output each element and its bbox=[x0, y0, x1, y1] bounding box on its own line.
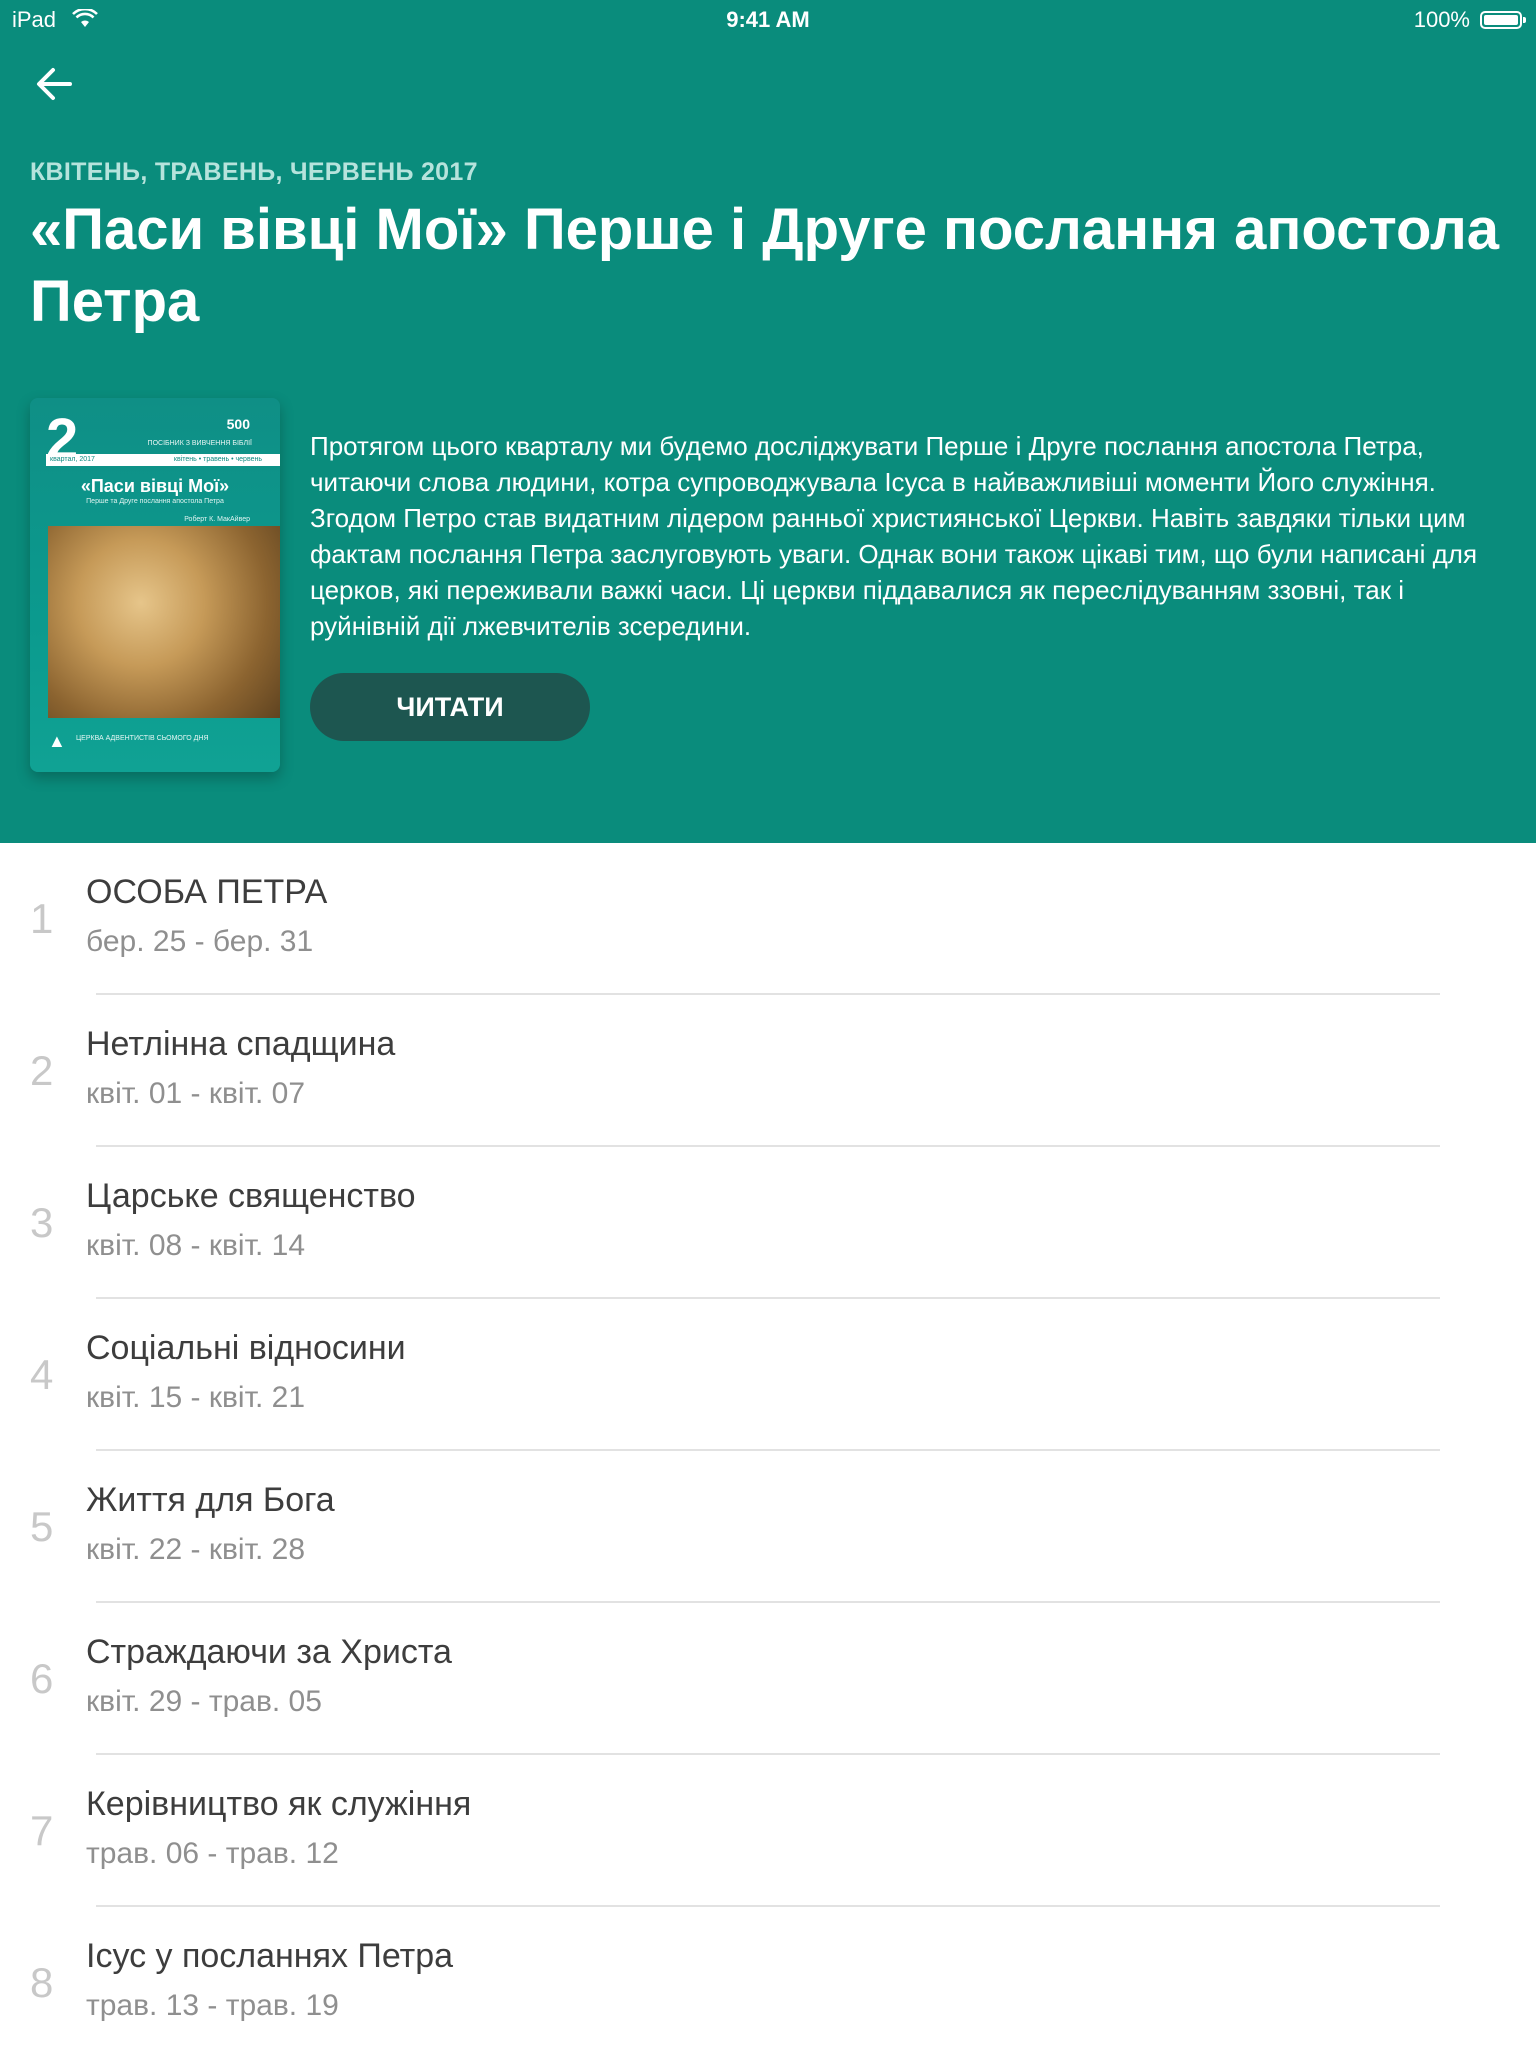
quarter-dates: КВІТЕНЬ, ТРАВЕНЬ, ЧЕРВЕНЬ 2017 bbox=[30, 158, 478, 186]
arrow-left-icon bbox=[37, 68, 72, 100]
lesson-item-8[interactable]: 8 Ісус у посланнях Петра трав. 13 - трав… bbox=[0, 1907, 1536, 2059]
read-button[interactable]: ЧИТАТИ bbox=[310, 673, 590, 741]
cover-quarter: квартал, 2017 bbox=[50, 456, 95, 463]
cover-top-line: ПОСІБНИК З ВИВЧЕННЯ БІБЛІЇ bbox=[147, 440, 252, 447]
lesson-dates: квіт. 29 - трав. 05 bbox=[86, 1685, 322, 1718]
lesson-item-7[interactable]: 7 Керівництво як служіння трав. 06 - тра… bbox=[0, 1755, 1536, 1907]
lesson-item-1[interactable]: 1 ОСОБА ПЕТРА бер. 25 - бер. 31 bbox=[0, 843, 1536, 995]
lesson-title: Соціальні відносини bbox=[86, 1329, 406, 1367]
church-logo-icon: ▲ bbox=[48, 731, 66, 751]
page-title: «Паси вівці Мої» Перше і Друге послання … bbox=[30, 197, 1500, 334]
lesson-dates: бер. 25 - бер. 31 bbox=[86, 925, 314, 958]
lesson-number: 1 bbox=[30, 895, 54, 942]
lesson-title: Життя для Бога bbox=[86, 1481, 335, 1519]
lesson-number: 3 bbox=[30, 1199, 54, 1246]
lesson-number: 5 bbox=[30, 1503, 54, 1550]
lesson-dates: квіт. 15 - квіт. 21 bbox=[86, 1381, 306, 1414]
lesson-item-6[interactable]: 6 Страждаючи за Христа квіт. 29 - трав. … bbox=[0, 1603, 1536, 1755]
lesson-item-2[interactable]: 2 Нетлінна спадщина квіт. 01 - квіт. 07 bbox=[0, 995, 1536, 1147]
lesson-item-3[interactable]: 3 Царське священство квіт. 08 - квіт. 14 bbox=[0, 1147, 1536, 1299]
lesson-title: Нетлінна спадщина bbox=[86, 1025, 396, 1063]
cover-subtitle: Перше та Друге послання апостола Петра bbox=[86, 498, 224, 505]
lesson-number: 2 bbox=[30, 1047, 54, 1094]
cover-author: Роберт К. МакАйвер bbox=[184, 516, 250, 523]
lesson-dates: квіт. 01 - квіт. 07 bbox=[86, 1077, 306, 1110]
lesson-item-5[interactable]: 5 Життя для Бога квіт. 22 - квіт. 28 bbox=[0, 1451, 1536, 1603]
lesson-dates: трав. 06 - трав. 12 bbox=[86, 1837, 339, 1870]
lesson-title: Царське священство bbox=[86, 1177, 416, 1215]
lesson-title: ОСОБА ПЕТРА bbox=[86, 873, 328, 911]
cover-title: «Паси вівці Мої» bbox=[80, 476, 230, 496]
lesson-number: 8 bbox=[30, 1959, 54, 2006]
lesson-item-4[interactable]: 4 Соціальні відносини квіт. 15 - квіт. 2… bbox=[0, 1299, 1536, 1451]
quarter-description: Протягом цього кварталу ми будемо дослід… bbox=[310, 431, 1478, 641]
lesson-number: 6 bbox=[30, 1655, 54, 1702]
cover-artwork bbox=[48, 526, 280, 718]
lesson-dates: квіт. 08 - квіт. 14 bbox=[86, 1229, 306, 1262]
lesson-list: 1 ОСОБА ПЕТРА бер. 25 - бер. 31 2 Нетлін… bbox=[0, 843, 1536, 2059]
battery-percent: 100% bbox=[1413, 7, 1470, 32]
status-time: 9:41 AM bbox=[726, 7, 810, 32]
status-bar: iPad 9:41 AM 100% bbox=[0, 0, 1536, 40]
back-button[interactable] bbox=[26, 56, 82, 112]
quarterly-cover-image: 2 500 ПОСІБНИК З ВИВЧЕННЯ БІБЛІЇ квартал… bbox=[30, 398, 280, 772]
cover-badge: 500 bbox=[226, 416, 250, 432]
lesson-dates: квіт. 22 - квіт. 28 bbox=[86, 1533, 306, 1566]
cover-church: ЦЕРКВА АДВЕНТИСТІВ СЬОМОГО ДНЯ bbox=[76, 735, 209, 742]
lesson-title: Страждаючи за Христа bbox=[86, 1633, 452, 1671]
lesson-dates: трав. 13 - трав. 19 bbox=[86, 1989, 339, 2022]
lesson-title: Ісус у посланнях Петра bbox=[86, 1937, 454, 1975]
battery-icon bbox=[1480, 11, 1526, 29]
header-section: iPad 9:41 AM 100% КВІТЕНЬ, ТРАВЕНЬ, ЧЕРВ… bbox=[0, 0, 1536, 843]
lesson-title: Керівництво як служіння bbox=[86, 1785, 472, 1823]
cover-months: квітень • травень • червень bbox=[173, 456, 262, 463]
lesson-number: 7 bbox=[30, 1807, 54, 1854]
lesson-number: 4 bbox=[30, 1351, 54, 1398]
